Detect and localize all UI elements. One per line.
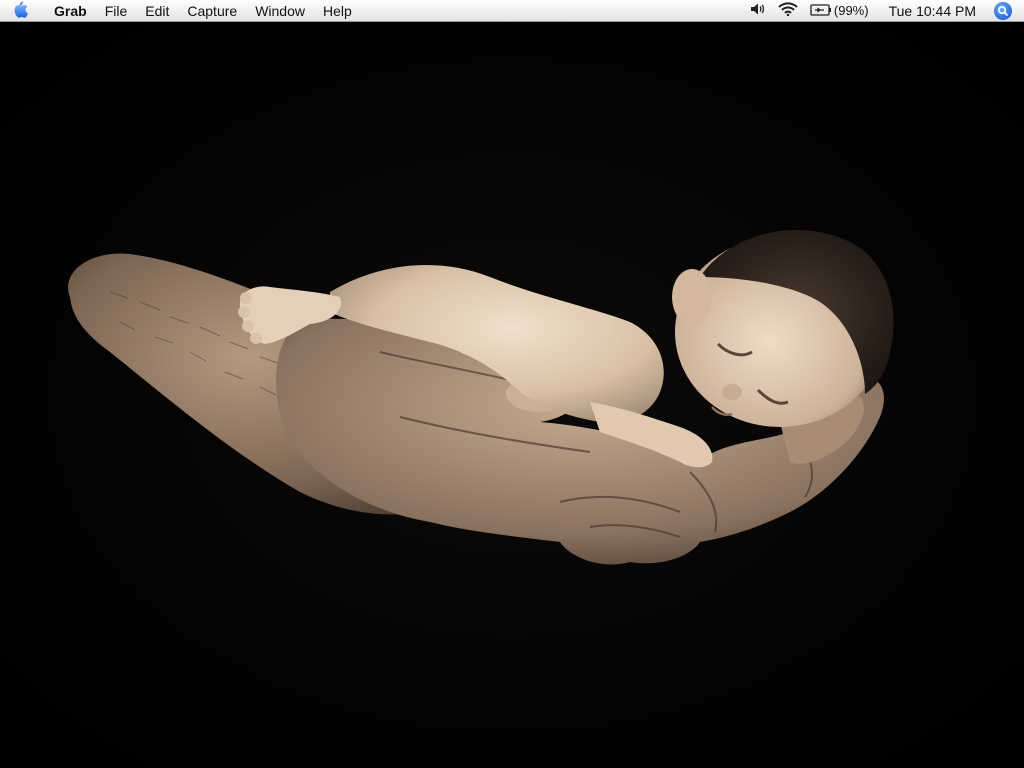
menu-help[interactable]: Help (314, 0, 361, 22)
spotlight-search-icon (994, 1, 1012, 20)
menu-left: Grab File Edit Capture Window Help (0, 0, 361, 22)
wallpaper-photo (68, 229, 894, 565)
menu-extras: (99%) Tue 10:44 PM (744, 0, 1024, 22)
menu-file[interactable]: File (96, 0, 137, 22)
menu-window[interactable]: Window (246, 0, 314, 22)
speaker-icon (750, 2, 766, 19)
desktop-wallpaper (0, 22, 1024, 768)
battery-percent: (99%) (833, 3, 869, 18)
apple-logo-icon (12, 0, 28, 21)
menu-edit[interactable]: Edit (136, 0, 178, 22)
app-menu-grab[interactable]: Grab (40, 0, 96, 22)
menu-bar: Grab File Edit Capture Window Help (99%)… (0, 0, 1024, 22)
apple-menu[interactable] (0, 0, 40, 22)
spotlight-button[interactable] (988, 0, 1018, 22)
volume-menu[interactable] (744, 0, 772, 22)
wifi-icon (778, 2, 798, 19)
wifi-menu[interactable] (772, 0, 804, 22)
menu-capture[interactable]: Capture (178, 0, 246, 22)
baby-nose (722, 384, 742, 400)
menu-clock[interactable]: Tue 10:44 PM (875, 3, 988, 19)
battery-charging-icon (810, 3, 832, 19)
baby-ear (672, 269, 712, 325)
battery-menu[interactable]: (99%) (804, 0, 875, 22)
